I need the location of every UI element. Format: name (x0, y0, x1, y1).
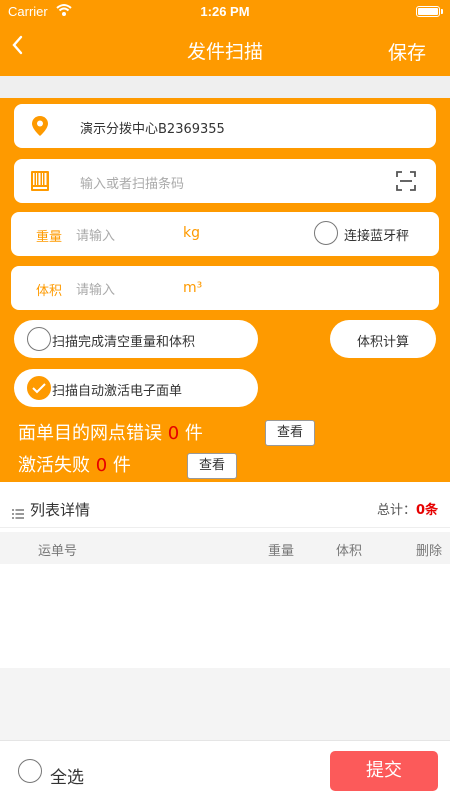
activate-fail-count: 0 (95, 455, 108, 476)
network-error-unit: 件 (184, 423, 203, 444)
scan-frame-icon[interactable] (396, 171, 416, 195)
network-error-view-button[interactable]: 查看 (265, 420, 315, 446)
activate-fail-text: 激活失败 (18, 455, 90, 476)
weight-label: 重量 (36, 230, 63, 245)
barcode-icon (31, 171, 49, 195)
nav-bar: 发件扫描 保存 (0, 24, 450, 76)
auto-activate-radio[interactable] (27, 376, 51, 400)
battery-icon (416, 6, 440, 17)
barcode-input[interactable]: 输入或者扫描条码 (80, 173, 184, 192)
weight-input[interactable]: 请输入 (76, 225, 115, 244)
volume-unit: m³ (183, 280, 203, 296)
bluetooth-scale-radio[interactable] (314, 221, 338, 245)
volume-label: 体积 (36, 284, 63, 299)
volume-calc-label: 体积计算 (356, 335, 409, 350)
clear-after-scan-radio[interactable] (27, 327, 51, 351)
total-count: 0条 (415, 503, 438, 518)
weight-row: 重量 请输入 kg 连接蓝牙秤 (11, 212, 439, 256)
status-time: 1:26 PM (200, 4, 250, 19)
column-weight: 重量 (268, 544, 295, 559)
location-field[interactable]: 演示分拨中心B2369355 (14, 104, 436, 148)
list-column-header: 运单号 重量 体积 删除 (0, 532, 450, 564)
header-gap (0, 76, 450, 98)
bluetooth-scale-label[interactable]: 连接蓝牙秤 (344, 225, 409, 244)
list-background (0, 668, 450, 740)
network-error-line: 面单目的网点错误 0 件 (18, 419, 203, 445)
barcode-field[interactable]: 输入或者扫描条码 (14, 159, 436, 203)
check-icon (32, 383, 46, 394)
weight-unit: kg (183, 225, 200, 241)
auto-activate-label: 扫描自动激活电子面单 (52, 384, 183, 399)
page-title: 发件扫描 (186, 41, 263, 63)
save-button[interactable]: 保存 (388, 38, 426, 65)
list-total: 总计：0条 (377, 499, 438, 518)
clear-after-scan-label: 扫描完成清空重量和体积 (52, 335, 196, 350)
list-title: 列表详情 (30, 501, 91, 519)
volume-row: 体积 请输入 m³ (11, 266, 439, 310)
waybill-list (0, 564, 450, 668)
volume-input[interactable]: 请输入 (76, 279, 115, 298)
column-delete: 删除 (416, 544, 443, 559)
column-volume: 体积 (336, 544, 363, 559)
activate-fail-line: 激活失败 0 件 (18, 451, 131, 477)
column-waybill: 运单号 (38, 544, 78, 559)
activate-fail-view-button[interactable]: 查看 (187, 453, 237, 479)
clear-after-scan-option[interactable]: 扫描完成清空重量和体积 (14, 320, 258, 358)
submit-button[interactable]: 提交 (330, 751, 438, 791)
status-bar: Carrier 1:26 PM (0, 0, 450, 24)
location-pin-icon (32, 116, 48, 140)
scan-form-panel: 演示分拨中心B2369355 输入或者扫描条码 重量 请输入 kg 连接蓝牙秤 (0, 98, 450, 482)
auto-activate-option[interactable]: 扫描自动激活电子面单 (14, 369, 258, 407)
bottom-bar: 全选 提交 (0, 740, 450, 800)
activate-fail-unit: 件 (112, 455, 131, 476)
list-icon (12, 504, 24, 523)
location-value: 演示分拨中心B2369355 (80, 122, 225, 137)
select-all-label[interactable]: 全选 (50, 763, 84, 788)
total-label: 总计： (376, 503, 416, 518)
battery-cap (441, 9, 443, 14)
volume-calc-button[interactable]: 体积计算 (330, 320, 436, 358)
network-error-text: 面单目的网点错误 (18, 423, 162, 444)
list-header: 列表详情 总计：0条 (0, 492, 450, 528)
network-error-count: 0 (167, 423, 180, 444)
select-all-radio[interactable] (18, 759, 42, 783)
